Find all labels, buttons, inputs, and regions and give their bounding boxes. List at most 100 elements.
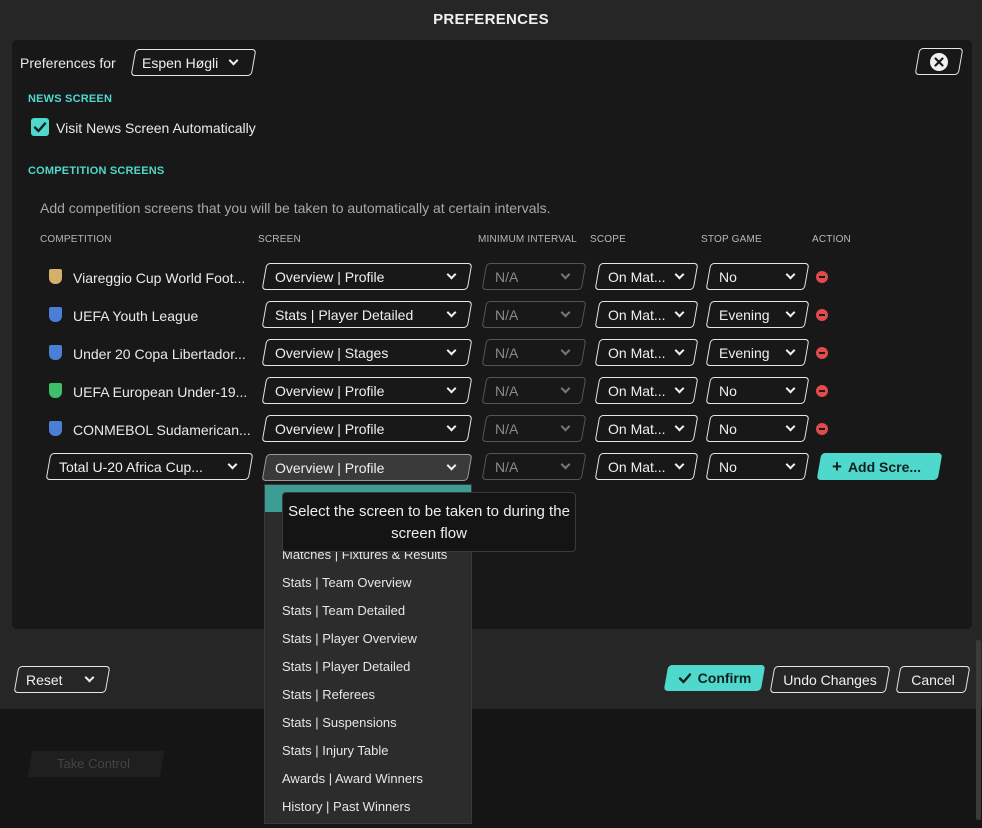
interval-select: N/A [481, 339, 587, 366]
competition-name: UEFA European Under-19... [73, 384, 248, 400]
scope-value: On Mat... [608, 420, 666, 437]
confirm-label: Confirm [697, 670, 752, 686]
scope-select[interactable]: On Mat... [594, 339, 699, 366]
new-scope-select[interactable]: On Mat... [594, 453, 699, 480]
stop-game-value: Evening [719, 306, 770, 323]
stop-game-select[interactable]: No [705, 377, 810, 404]
dropdown-item[interactable]: Stats | Referees [282, 687, 375, 702]
scope-value: On Mat... [608, 382, 666, 399]
cancel-label: Cancel [911, 671, 955, 688]
remove-icon[interactable] [816, 347, 828, 359]
dropdown-item[interactable]: Stats | Injury Table [282, 743, 388, 758]
stop-game-select[interactable]: No [705, 263, 810, 290]
chevron-down-icon [446, 345, 457, 356]
screen-value: Overview | Profile [275, 420, 385, 437]
chevron-down-icon [560, 345, 571, 356]
competition-name: Under 20 Copa Libertador... [73, 346, 246, 362]
scrollbar[interactable] [976, 640, 981, 820]
scope-value: On Mat... [608, 268, 666, 285]
screen-select[interactable]: Overview | Profile [261, 377, 473, 404]
interval-value: N/A [495, 344, 519, 361]
stop-game-value: No [719, 420, 737, 437]
remove-icon[interactable] [816, 271, 828, 283]
stop-game-select[interactable]: No [705, 415, 810, 442]
undo-label: Undo Changes [783, 671, 877, 688]
screen-select[interactable]: Overview | Profile [261, 415, 473, 442]
chevron-down-icon [560, 459, 571, 470]
cancel-button[interactable]: Cancel [895, 666, 971, 693]
chevron-down-icon [228, 55, 239, 66]
scope-select[interactable]: On Mat... [594, 377, 699, 404]
user-select[interactable]: Espen Høgli [130, 49, 257, 76]
new-stop-select[interactable]: No [705, 453, 810, 480]
new-screen-select[interactable]: Overview | Profile [261, 454, 473, 481]
dropdown-item[interactable]: History | Past Winners [282, 799, 410, 814]
user-select-value: Espen Høgli [142, 54, 219, 71]
competition-icon [49, 421, 62, 436]
scope-select[interactable]: On Mat... [594, 415, 699, 442]
new-competition-select[interactable]: Total U-20 Africa Cup... [45, 453, 254, 480]
chevron-down-icon [446, 307, 457, 318]
competition-name: Viareggio Cup World Foot... [73, 270, 246, 286]
stop-game-value: No [719, 382, 737, 399]
scope-select[interactable]: On Mat... [594, 301, 699, 328]
stop-game-select[interactable]: Evening [705, 301, 810, 328]
reset-select[interactable]: Reset [13, 666, 111, 693]
tooltip: Select the screen to be taken to during … [282, 492, 576, 552]
screen-select[interactable]: Overview | Stages [261, 339, 473, 366]
competition-name: UEFA Youth League [73, 308, 199, 324]
competition-section-title: COMPETITION SCREENS [28, 165, 165, 177]
chevron-down-icon [785, 307, 796, 318]
dropdown-item[interactable]: Stats | Player Detailed [282, 659, 410, 674]
interval-select: N/A [481, 415, 587, 442]
remove-icon[interactable] [816, 309, 828, 321]
competition-description: Add competition screens that you will be… [40, 200, 551, 216]
add-screen-label: Add Scre... [847, 458, 922, 475]
remove-icon[interactable] [816, 385, 828, 397]
chevron-down-icon [446, 460, 457, 471]
new-screen-value: Overview | Profile [275, 459, 385, 476]
scope-value: On Mat... [608, 344, 666, 361]
dropdown-item[interactable]: Stats | Team Detailed [282, 603, 405, 618]
new-scope-value: On Mat... [608, 458, 666, 475]
interval-value: N/A [495, 268, 519, 285]
chevron-down-icon [785, 269, 796, 280]
remove-icon[interactable] [816, 423, 828, 435]
chevron-down-icon [560, 269, 571, 280]
dropdown-item[interactable]: Stats | Player Overview [282, 631, 417, 646]
interval-value: N/A [495, 306, 519, 323]
screen-select[interactable]: Overview | Profile [261, 263, 473, 290]
visit-news-checkbox[interactable] [31, 118, 49, 136]
visit-news-label: Visit News Screen Automatically [56, 120, 256, 136]
screen-select[interactable]: Stats | Player Detailed [261, 301, 473, 328]
window-title: PREFERENCES [433, 11, 549, 28]
competition-icon [49, 383, 62, 398]
screen-value: Overview | Stages [275, 344, 389, 361]
stop-game-select[interactable]: Evening [705, 339, 810, 366]
check-icon [678, 673, 691, 684]
chevron-down-icon [785, 345, 796, 356]
scope-select[interactable]: On Mat... [594, 263, 699, 290]
chevron-down-icon [785, 459, 796, 470]
dropdown-item[interactable]: Awards | Award Winners [282, 771, 423, 786]
col-action: ACTION [812, 234, 851, 245]
chevron-down-icon [674, 345, 685, 356]
new-competition-value: Total U-20 Africa Cup... [59, 458, 203, 475]
dropdown-item[interactable]: Stats | Team Overview [282, 575, 412, 590]
chevron-down-icon [446, 269, 457, 280]
interval-value: N/A [495, 382, 519, 399]
col-competition: COMPETITION [40, 234, 112, 245]
close-button[interactable] [914, 48, 964, 75]
dropdown-item[interactable]: Stats | Suspensions [282, 715, 397, 730]
add-screen-button[interactable]: + Add Scre... [816, 453, 943, 480]
chevron-down-icon [560, 307, 571, 318]
undo-changes-button[interactable]: Undo Changes [769, 666, 891, 693]
background-take-control: Take Control [57, 756, 130, 771]
competition-icon [49, 345, 62, 360]
close-icon [930, 52, 948, 71]
chevron-down-icon [674, 421, 685, 432]
chevron-down-icon [674, 383, 685, 394]
stop-game-value: Evening [719, 344, 770, 361]
confirm-button[interactable]: Confirm [663, 665, 766, 691]
interval-select: N/A [481, 263, 587, 290]
